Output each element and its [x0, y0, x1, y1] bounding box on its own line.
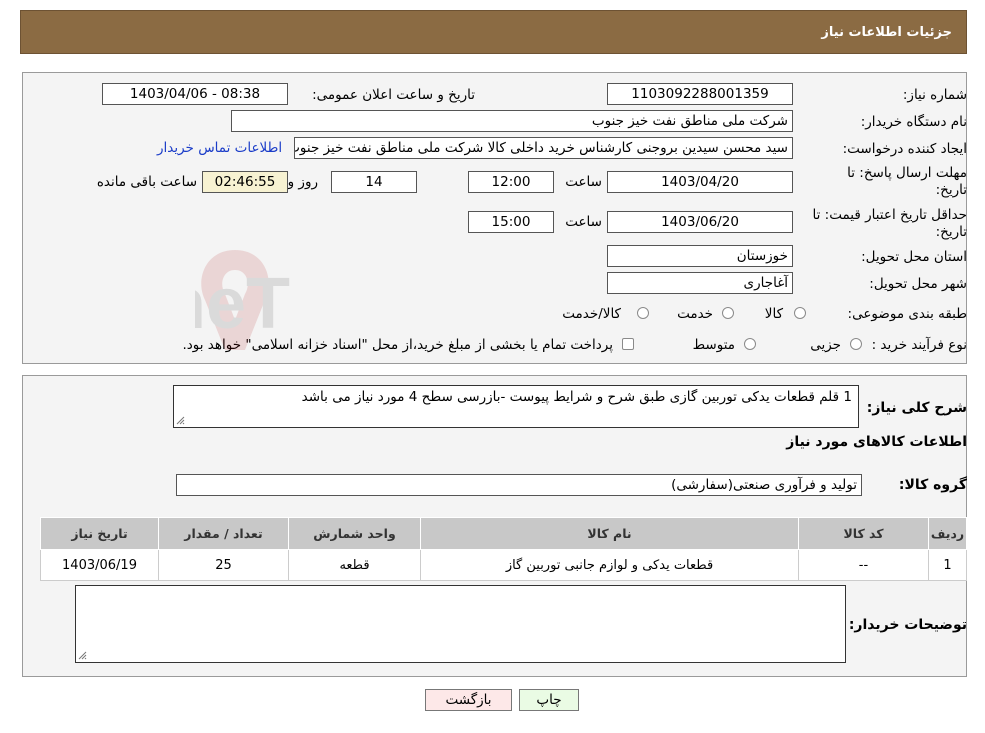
days-field[interactable]: 14 [331, 171, 417, 193]
contact-buyer-link[interactable]: اطلاعات تماس خریدار [157, 140, 282, 156]
resize-grip-icon[interactable] [78, 651, 87, 660]
cell-unit: قطعه [288, 549, 421, 581]
back-button[interactable]: بازگشت [425, 689, 512, 711]
col-quantity: تعداد / مقدار [158, 517, 289, 550]
remaining-time-field: 02:46:55 [202, 171, 288, 193]
cell-goods-name: قطعات یدکی و لوازم جانبی توربین گاز [420, 549, 799, 581]
creator-label: ایجاد کننده درخواست: [842, 141, 967, 157]
resize-grip-icon[interactable] [176, 416, 185, 425]
buyer-org-label: نام دستگاه خریدار: [860, 114, 967, 130]
validity-date-field[interactable]: 1403/06/20 [607, 211, 793, 233]
col-goods-code: کد کالا [798, 517, 929, 550]
process-type-label: نوع فرآیند خرید : [871, 337, 967, 353]
category-service-radio[interactable] [722, 307, 734, 319]
col-need-date: تاریخ نیاز [40, 517, 159, 550]
cell-goods-code: -- [798, 549, 929, 581]
validity-time-field[interactable]: 15:00 [468, 211, 554, 233]
summary-text: 1 قلم قطعات یدکی توربین گازی طبق شرح و ش… [301, 389, 852, 405]
table-header-row: ردیف کد کالا نام کالا واحد شمارش تعداد /… [40, 517, 967, 550]
summary-label: شرح کلی نیاز: [866, 400, 967, 416]
process-medium-radio[interactable] [744, 338, 756, 350]
goods-table: ردیف کد کالا نام کالا واحد شمارش تعداد /… [40, 517, 967, 581]
buyer-notes-textarea[interactable] [75, 585, 846, 663]
announce-field[interactable]: 1403/04/06 - 08:38 [102, 83, 288, 105]
table-row[interactable]: 1 -- قطعات یدکی و لوازم جانبی توربین گاز… [40, 549, 967, 581]
validity-time-label: ساعت [565, 214, 602, 230]
page-title: جزئیات اطلاعات نیاز [821, 25, 952, 40]
goods-info-title: اطلاعات کالاهای مورد نیاز [786, 434, 967, 450]
category-both-radio[interactable] [637, 307, 649, 319]
deadline-time-field[interactable]: 12:00 [468, 171, 554, 193]
buyer-org-field[interactable]: شرکت ملی مناطق نفت خیز جنوب [231, 110, 793, 132]
treasury-payment-note: پرداخت تمام یا بخشی از مبلغ خرید،از محل … [182, 337, 613, 353]
category-label: طبقه بندی موضوعی: [847, 306, 967, 322]
page-header: جزئیات اطلاعات نیاز [20, 10, 967, 54]
validity-label-date: تاریخ: [935, 224, 967, 240]
remaining-time-label: ساعت باقی مانده [96, 174, 197, 190]
category-goods-radio[interactable] [794, 307, 806, 319]
creator-field[interactable]: سید محسن سیدین بروجنی کارشناس خرید داخلی… [294, 137, 793, 159]
process-medium-label: متوسط [692, 337, 735, 353]
summary-textarea[interactable]: 1 قلم قطعات یدکی توربین گازی طبق شرح و ش… [173, 385, 859, 428]
process-minor-label: جزیی [810, 337, 841, 353]
province-field[interactable]: خوزستان [607, 245, 793, 267]
category-goods-label: کالا [764, 306, 783, 322]
print-button[interactable]: چاپ [519, 689, 579, 711]
deadline-date-field[interactable]: 1403/04/20 [607, 171, 793, 193]
city-label: شهر محل تحویل: [869, 276, 967, 292]
cell-quantity: 25 [158, 549, 289, 581]
col-unit: واحد شمارش [288, 517, 421, 550]
city-field[interactable]: آغاجاری [607, 272, 793, 294]
validity-label: حداقل تاریخ اعتبار قیمت: تا [812, 207, 967, 223]
deadline-label: مهلت ارسال پاسخ: تا [847, 165, 967, 181]
treasury-payment-checkbox[interactable] [622, 338, 634, 350]
days-label: روز و [287, 174, 318, 190]
process-minor-radio[interactable] [850, 338, 862, 350]
province-label: استان محل تحویل: [861, 249, 967, 265]
col-row-number: ردیف [928, 517, 967, 550]
col-goods-name: نام کالا [420, 517, 799, 550]
goods-group-field[interactable]: تولید و فرآوری صنعتی(سفارشی) [176, 474, 862, 496]
need-number-field[interactable]: 1103092288001359 [607, 83, 793, 105]
deadline-label-date: تاریخ: [935, 182, 967, 198]
cell-need-date: 1403/06/19 [40, 549, 159, 581]
announce-label: تاریخ و ساعت اعلان عمومی: [312, 87, 475, 103]
cell-row-number: 1 [928, 549, 967, 581]
category-service-label: خدمت [677, 306, 713, 322]
need-number-label: شماره نیاز: [902, 87, 967, 103]
goods-group-label: گروه کالا: [898, 477, 967, 493]
deadline-time-label: ساعت [565, 174, 602, 190]
category-both-label: کالا/خدمت [562, 306, 621, 322]
buyer-notes-label: توضیحات خریدار: [848, 617, 967, 633]
